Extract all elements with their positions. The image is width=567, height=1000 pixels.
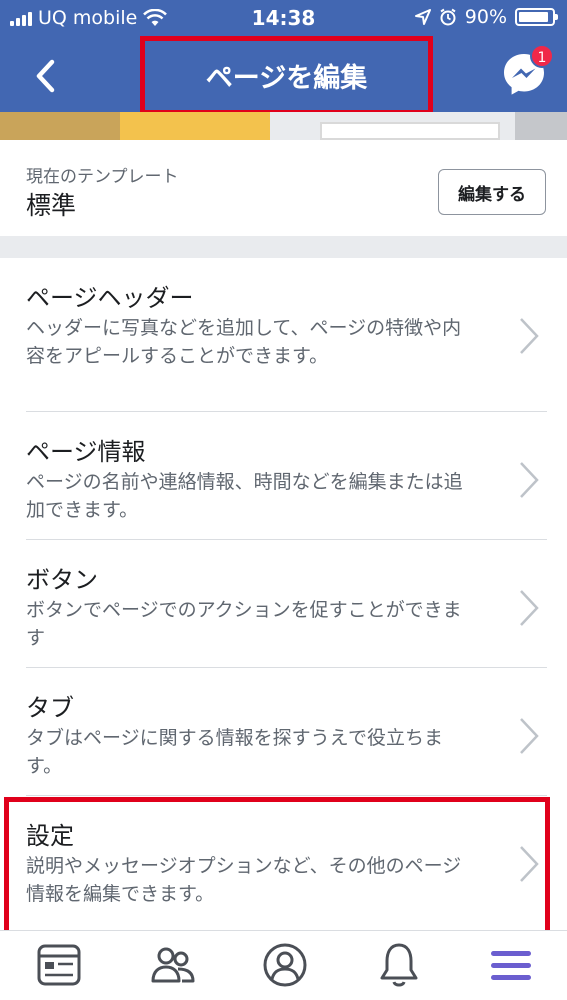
news-feed-icon[interactable]	[33, 939, 85, 991]
bottom-tab-bar	[0, 930, 567, 1000]
section-page-header[interactable]: ページヘッダー ヘッダーに写真などを追加して、ページの特徴や内容をアピールするこ…	[0, 258, 567, 411]
top-bar: UQ mobile 14:38 90% ページを編集 1	[0, 0, 567, 115]
chevron-right-icon	[520, 462, 539, 498]
alarm-icon	[440, 8, 456, 26]
battery-percent: 90%	[464, 6, 507, 28]
status-right: 90%	[414, 6, 558, 28]
page-title-highlight: ページを編集	[140, 36, 433, 115]
location-arrow-icon	[414, 9, 431, 25]
battery-fill	[519, 12, 548, 22]
section-description: タブはページに関する情報を探すうえで役立ちます。	[26, 727, 444, 777]
section-description: ヘッダーに写真などを追加して、ページの特徴や内容をアピールすることができます。	[26, 317, 462, 367]
menu-icon[interactable]	[485, 939, 537, 991]
battery-icon	[515, 8, 558, 26]
template-label: 現在のテンプレート	[26, 167, 179, 187]
status-bar: UQ mobile 14:38 90%	[0, 0, 567, 36]
section-description: ページの名前や連絡情報、時間などを編集または追加できます。	[26, 471, 463, 521]
chevron-right-icon	[520, 718, 539, 754]
messenger-badge: 1	[530, 44, 554, 68]
notifications-icon[interactable]	[373, 939, 425, 991]
profile-icon[interactable]	[259, 939, 311, 991]
template-value: 標準	[26, 191, 77, 220]
back-chevron-icon[interactable]	[30, 56, 64, 96]
settings-highlight	[4, 797, 550, 937]
section-page-info[interactable]: ページ情報 ページの名前や連絡情報、時間などを編集または追加できます。	[0, 412, 567, 539]
section-title: ボタン	[26, 566, 98, 594]
section-description: ボタンでページでのアクションを促すことができます	[26, 599, 462, 649]
groups-icon[interactable]	[147, 939, 199, 991]
section-buttons[interactable]: ボタン ボタンでページでのアクションを促すことができます	[0, 540, 567, 667]
section-title: ページヘッダー	[26, 284, 194, 312]
section-tabs[interactable]: タブ タブはページに関する情報を探すうえで役立ちます。	[0, 668, 567, 795]
page-title: ページを編集	[205, 63, 368, 94]
chevron-right-icon	[520, 318, 539, 354]
section-title: タブ	[26, 694, 74, 722]
section-title: ページ情報	[26, 438, 146, 466]
template-section: 現在のテンプレート 標準 編集する	[0, 140, 567, 236]
section-divider	[0, 236, 567, 258]
cover-photo	[0, 112, 567, 140]
edit-template-button[interactable]: 編集する	[438, 169, 546, 215]
chevron-right-icon	[520, 590, 539, 626]
